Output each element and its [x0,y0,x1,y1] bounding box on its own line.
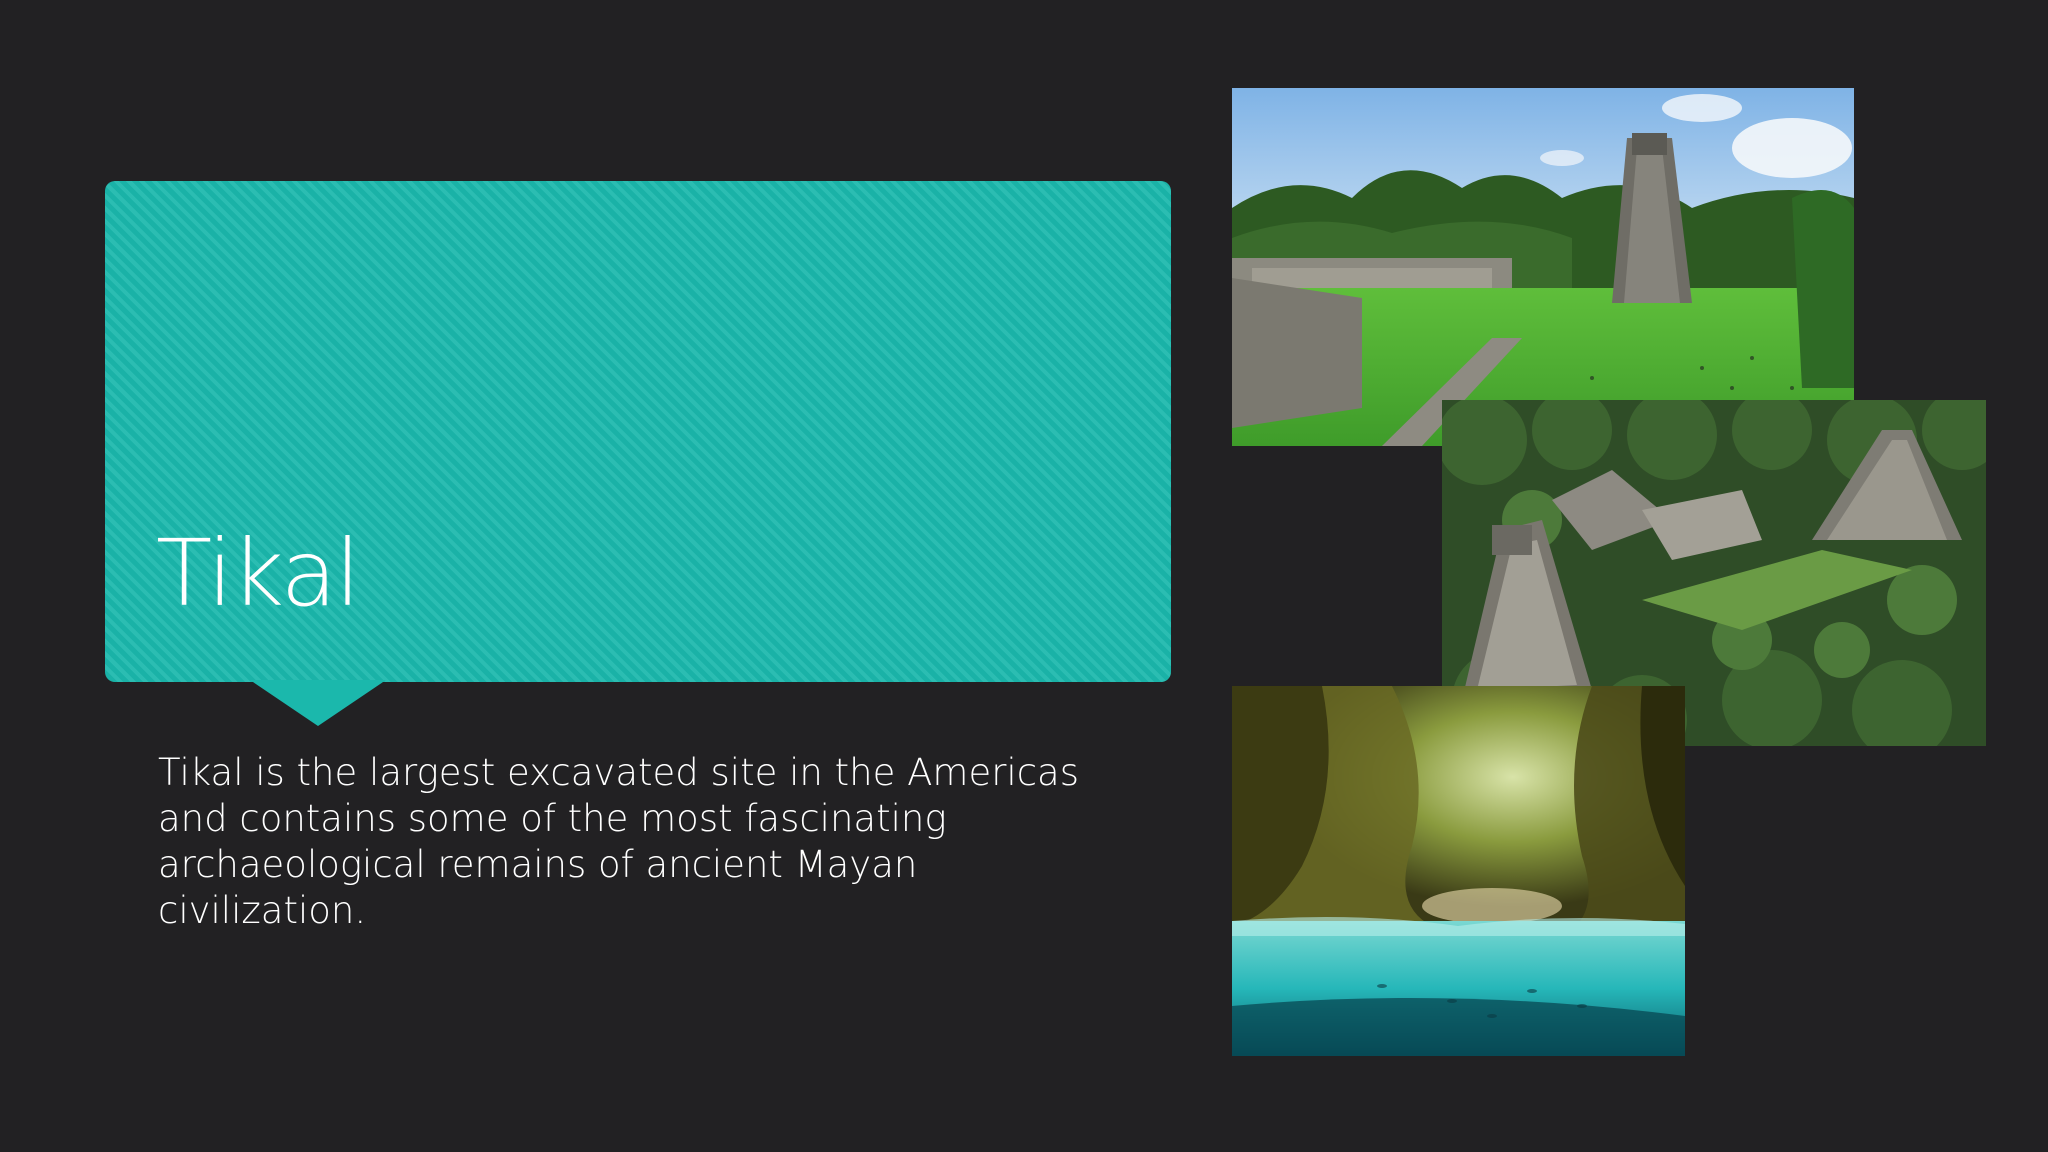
slide-body-text: Tikal is the largest excavated site in t… [158,751,1079,932]
cenote-cave-photo [1232,686,1685,1056]
slide-title: Tikal [156,520,361,627]
title-card-pointer [250,680,386,726]
slide: Tikal Tikal is the largest excavated sit… [0,0,2048,1152]
tikal-plaza-photo [1232,88,1854,446]
